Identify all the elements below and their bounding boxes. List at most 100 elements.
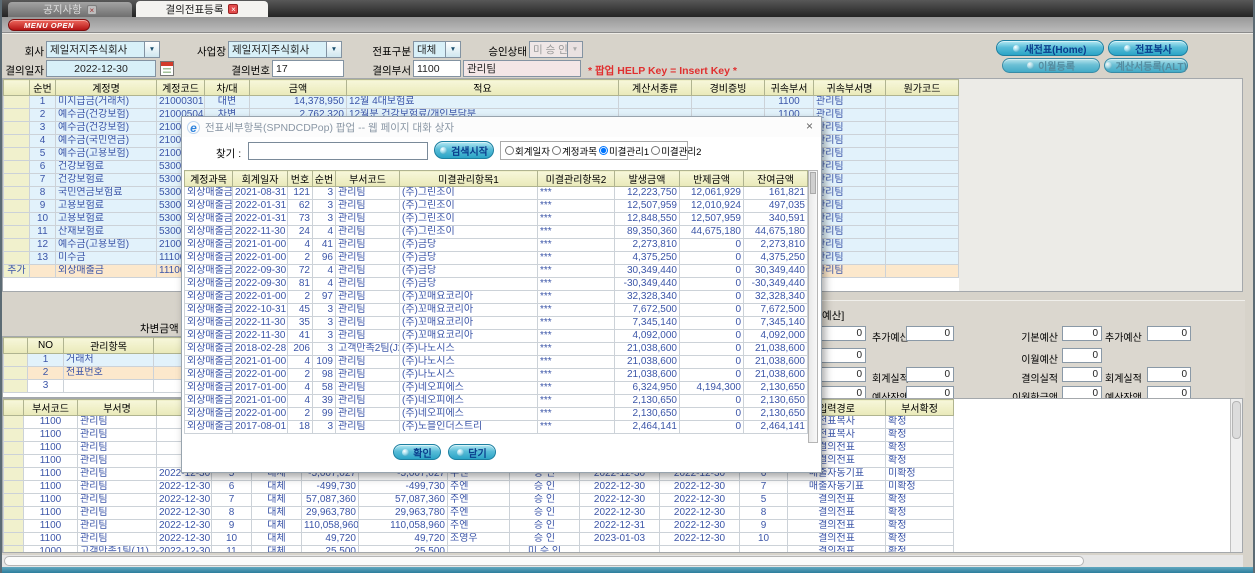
cell[interactable]: 확정: [885, 545, 954, 552]
cell[interactable]: ***: [537, 212, 615, 226]
cell[interactable]: [885, 121, 959, 135]
tab-close-icon[interactable]: ×: [86, 4, 97, 15]
cell[interactable]: [3, 532, 24, 546]
cell[interactable]: ***: [537, 290, 615, 304]
cell[interactable]: 44,675,180: [679, 225, 744, 239]
cell[interactable]: 관리팀: [335, 264, 400, 278]
cell[interactable]: 2: [27, 366, 64, 380]
cell[interactable]: 8: [739, 506, 788, 520]
cell[interactable]: 외상매출금: [184, 238, 233, 252]
cell[interactable]: 관리팀: [813, 134, 886, 148]
cell[interactable]: 관리팀: [335, 238, 400, 252]
cell[interactable]: 7: [739, 480, 788, 494]
cell[interactable]: ***: [537, 381, 615, 395]
cell[interactable]: 2,464,141: [614, 420, 680, 434]
cell[interactable]: 24: [287, 225, 313, 239]
cell[interactable]: [3, 212, 30, 226]
cell[interactable]: 1100: [23, 415, 78, 429]
search-scope-option[interactable]: 미결관리1: [597, 144, 649, 158]
budget-value[interactable]: 0: [1062, 367, 1102, 382]
chevron-down-icon[interactable]: ▼: [326, 42, 341, 57]
cell[interactable]: 2021-08-31: [232, 186, 288, 200]
cell[interactable]: [3, 506, 24, 520]
cell[interactable]: 관리팀: [77, 467, 157, 481]
cell[interactable]: [885, 108, 959, 122]
cell[interactable]: 2: [287, 290, 313, 304]
budget-value[interactable]: 0: [1147, 326, 1191, 341]
cell[interactable]: 2021-01-00: [232, 394, 288, 408]
close-button[interactable]: 닫기: [448, 444, 496, 460]
cell[interactable]: 7,672,500: [743, 303, 808, 317]
cell[interactable]: 2022-01-00: [232, 251, 288, 265]
cell[interactable]: 8: [211, 506, 252, 520]
cell[interactable]: 21,038,600: [743, 355, 808, 369]
cell[interactable]: 4,092,000: [743, 329, 808, 343]
cell[interactable]: (주)그린조이: [399, 212, 538, 226]
cell[interactable]: 5: [739, 493, 788, 507]
cell[interactable]: 0: [679, 238, 744, 252]
cell[interactable]: 관리팀: [813, 212, 886, 226]
cell[interactable]: 결의전표: [787, 506, 886, 520]
cell[interactable]: 4,092,000: [614, 329, 680, 343]
cell[interactable]: 4: [287, 238, 313, 252]
cell[interactable]: [3, 545, 24, 552]
cell[interactable]: 확정: [885, 428, 954, 442]
cell[interactable]: 관리팀: [813, 173, 886, 187]
cell[interactable]: 98: [312, 368, 336, 382]
cell[interactable]: 3: [312, 303, 336, 317]
cell[interactable]: 1: [29, 95, 56, 109]
cell[interactable]: 주엔: [447, 519, 510, 533]
cell[interactable]: 3: [312, 212, 336, 226]
cell[interactable]: 승 인: [509, 506, 580, 520]
cell[interactable]: 0: [679, 264, 744, 278]
cell[interactable]: 2022-01-00: [232, 290, 288, 304]
cell[interactable]: 3: [29, 121, 56, 135]
cell[interactable]: 14,378,950: [249, 95, 347, 109]
cell[interactable]: 관리팀: [77, 428, 157, 442]
cell[interactable]: (주)노블인더스트리: [399, 420, 538, 434]
scrollbar-thumb[interactable]: [4, 556, 1084, 566]
cell[interactable]: [3, 493, 24, 507]
cell[interactable]: 62: [287, 199, 313, 213]
cell[interactable]: [885, 160, 959, 174]
cell[interactable]: 관리팀: [335, 316, 400, 330]
cell[interactable]: 확정: [885, 506, 954, 520]
cell[interactable]: 2,130,650: [614, 394, 680, 408]
cell[interactable]: 외상매출금: [184, 420, 233, 434]
slip-no-field[interactable]: 17: [272, 60, 344, 77]
cell[interactable]: 2022-12-30: [156, 506, 212, 520]
cell[interactable]: 10: [29, 212, 56, 226]
cell[interactable]: 4: [29, 134, 56, 148]
new-slip-button[interactable]: 새전표(Home): [996, 40, 1104, 56]
cell[interactable]: 예수금(국민연금): [55, 134, 157, 148]
cell[interactable]: 예수금(고용보험): [55, 147, 157, 161]
cell[interactable]: 2017-01-00: [232, 381, 288, 395]
cell[interactable]: ***: [537, 407, 615, 421]
cell[interactable]: 고객만족1팀(J1): [77, 545, 157, 552]
cell[interactable]: 1000: [23, 545, 78, 552]
cell[interactable]: 1100: [23, 480, 78, 494]
radio-button[interactable]: [551, 146, 561, 155]
cell[interactable]: 결의전표: [787, 545, 886, 552]
cell[interactable]: ***: [537, 199, 615, 213]
cell[interactable]: (주)금당: [399, 277, 538, 291]
cell[interactable]: 7: [211, 493, 252, 507]
cell[interactable]: 6: [29, 160, 56, 174]
cell[interactable]: [885, 186, 959, 200]
chevron-down-icon[interactable]: ▼: [445, 42, 460, 57]
cell[interactable]: 매출자동기표: [787, 480, 886, 494]
cell[interactable]: (주)금당: [399, 238, 538, 252]
cell[interactable]: 고용보험료: [55, 212, 157, 226]
search-scope-option[interactable]: 계정과목: [550, 144, 597, 158]
cell[interactable]: [885, 199, 959, 213]
cell[interactable]: 8: [29, 186, 56, 200]
cell[interactable]: 관리팀: [335, 251, 400, 265]
cell[interactable]: 1100: [23, 532, 78, 546]
cell[interactable]: (주)그린조이: [399, 199, 538, 213]
cell[interactable]: 주엔: [447, 480, 510, 494]
cell[interactable]: 1100: [23, 428, 78, 442]
cell[interactable]: 4,375,250: [614, 251, 680, 265]
cell[interactable]: 관리팀: [335, 394, 400, 408]
cell[interactable]: 4,194,300: [679, 381, 744, 395]
cell[interactable]: ***: [537, 264, 615, 278]
